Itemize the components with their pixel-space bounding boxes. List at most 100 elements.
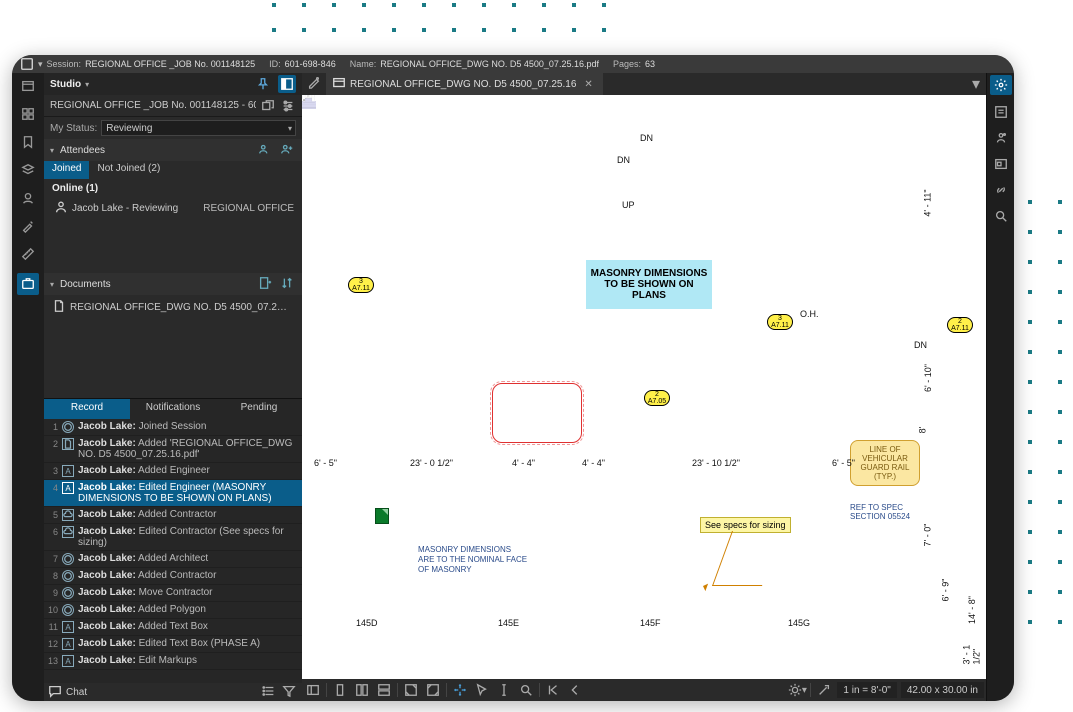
scale-readout[interactable]: 1 in = 8'-0" (837, 682, 896, 698)
record-body: Jacob Lake: Edited Engineer (MASONRY DIM… (78, 482, 298, 504)
record-item[interactable]: 2Jacob Lake: Added 'REGIONAL OFFICE_DWG … (44, 436, 302, 463)
left-toolstrip (12, 73, 44, 701)
detach-icon[interactable] (260, 98, 276, 114)
unsplit2-icon[interactable] (422, 679, 444, 701)
invite-icon[interactable] (280, 142, 296, 158)
documents-section-header[interactable]: ▾ Documents (44, 273, 302, 295)
documents-list: REGIONAL OFFICE_DWG NO. D5 4500_07.2… (44, 295, 302, 320)
form-icon[interactable] (992, 155, 1010, 173)
zoom-icon[interactable] (515, 679, 537, 701)
split-horiz-icon[interactable] (373, 679, 395, 701)
search-icon[interactable] (992, 207, 1010, 225)
attendees-section-header[interactable]: ▾ Attendees (44, 139, 302, 161)
record-item[interactable]: 4AJacob Lake: Edited Engineer (MASONRY D… (44, 480, 302, 507)
sort-icon[interactable] (280, 276, 296, 292)
record-index: 1 (48, 421, 58, 432)
studio-dropdown-icon[interactable]: ▾ (85, 80, 89, 89)
single-page-icon[interactable] (329, 679, 351, 701)
tab-record[interactable]: Record (44, 399, 130, 419)
measurements-icon[interactable] (19, 245, 37, 263)
document-name: REGIONAL OFFICE_DWG NO. D5 4500_07.2… (70, 302, 287, 313)
markup-list-icon[interactable] (992, 129, 1010, 147)
revision-cloud[interactable] (492, 383, 582, 443)
add-document-icon[interactable] (258, 276, 274, 292)
chat-row[interactable]: Chat (44, 683, 302, 701)
record-type-icon: A (62, 655, 74, 667)
select-icon[interactable] (471, 679, 493, 701)
document-item[interactable]: REGIONAL OFFICE_DWG NO. D5 4500_07.2… (50, 297, 296, 318)
record-tabs: Record Notifications Pending (44, 399, 302, 419)
record-item[interactable]: 6Jacob Lake: Edited Contractor (See spec… (44, 524, 302, 551)
follow-icon[interactable] (258, 142, 274, 158)
id-value: 601-698-846 (285, 59, 336, 69)
attendee-context: REGIONAL OFFICE (203, 203, 294, 214)
menu-chevron-icon[interactable]: ▾ (38, 59, 43, 70)
record-item[interactable]: 8 Jacob Lake: Added Contractor (44, 568, 302, 585)
filter-icon[interactable] (282, 684, 298, 701)
settings-bars-icon[interactable] (280, 98, 296, 114)
signatures-icon[interactable] (19, 189, 37, 207)
tab-notifications[interactable]: Notifications (130, 399, 216, 419)
record-item[interactable]: 7Jacob Lake: Added Architect (44, 551, 302, 568)
status-select[interactable]: Reviewing ▾ (101, 120, 296, 136)
dim-r7: 3' - 1 1/2" (962, 636, 982, 665)
doc-icon (332, 76, 346, 93)
record-list: 1Jacob Lake: Joined Session2Jacob Lake: … (44, 419, 302, 683)
studio-icon[interactable] (17, 273, 39, 295)
attendee-row[interactable]: Jacob Lake - Reviewing REGIONAL OFFICE (44, 198, 302, 223)
record-index: 8 (48, 570, 58, 581)
title-bar: ▾ Session: REGIONAL OFFICE _JOB No. 0011… (12, 55, 1014, 73)
split-vert-icon[interactable] (351, 679, 373, 701)
tab-notjoined[interactable]: Not Joined (2) (89, 161, 168, 179)
bookmarks-icon[interactable] (19, 133, 37, 151)
unsplit1-icon[interactable] (400, 679, 422, 701)
record-item[interactable]: 9Jacob Lake: Move Contractor (44, 585, 302, 602)
sticky-note[interactable] (375, 508, 389, 524)
record-item[interactable]: 13AJacob Lake: Edit Markups (44, 653, 302, 670)
calibrate-icon[interactable] (813, 679, 835, 701)
dim-r4: 7' - 0" (922, 524, 932, 547)
brightness-icon[interactable]: ▾ (786, 679, 808, 701)
thumbnails-icon[interactable] (19, 105, 37, 123)
links-icon[interactable] (992, 181, 1010, 199)
tab-joined[interactable]: Joined (44, 161, 89, 179)
prev-page-icon[interactable] (564, 679, 586, 701)
close-tab-icon[interactable]: ✕ (580, 79, 596, 90)
document-viewport[interactable]: MASONRY DIMENSIONS TO BE SHOWN ON PLANS … (302, 95, 986, 679)
record-item[interactable]: 3AJacob Lake: Added Engineer (44, 463, 302, 480)
pan-icon[interactable] (449, 679, 471, 701)
page-size-readout: 42.00 x 30.00 in (901, 682, 984, 698)
file-access-icon[interactable] (19, 77, 37, 95)
user-icon (54, 200, 68, 217)
record-index: 6 (48, 526, 58, 537)
window-menu-icon[interactable] (20, 57, 34, 71)
chat-icon (48, 684, 62, 701)
record-item[interactable]: 11AJacob Lake: Added Text Box (44, 619, 302, 636)
properties-icon[interactable] (992, 103, 1010, 121)
markup-tool-icon[interactable] (302, 75, 326, 94)
pin-icon[interactable] (254, 75, 272, 93)
tab-pending[interactable]: Pending (216, 399, 302, 419)
callout-leader (712, 531, 782, 586)
name-value: REGIONAL OFFICE_DWG NO. D5 4500_07.25.16… (380, 59, 599, 69)
right-toolstrip (986, 73, 1014, 701)
record-item[interactable]: 1Jacob Lake: Joined Session (44, 419, 302, 436)
tools-icon[interactable] (19, 217, 37, 235)
record-item[interactable]: 12AJacob Lake: Edited Text Box (PHASE A) (44, 636, 302, 653)
first-page-icon[interactable] (542, 679, 564, 701)
record-type-icon (62, 421, 74, 433)
panel-mode-icon[interactable] (278, 75, 296, 93)
show-panel-icon[interactable] (302, 679, 324, 701)
gear-icon[interactable] (990, 75, 1012, 95)
list-icon[interactable] (262, 684, 278, 701)
layers-icon[interactable] (19, 161, 37, 179)
separator (810, 683, 811, 697)
record-item[interactable]: 10Jacob Lake: Added Polygon (44, 602, 302, 619)
document-tab[interactable]: REGIONAL OFFICE_DWG NO. D5 4500_07.25.16… (326, 73, 603, 95)
tabs-overflow-icon[interactable]: ▾ (966, 74, 986, 94)
record-type-icon: A (62, 482, 74, 494)
record-item[interactable]: 5Jacob Lake: Added Contractor (44, 507, 302, 524)
record-body: Jacob Lake: Added Contractor (78, 570, 298, 581)
text-cursor-icon[interactable] (493, 679, 515, 701)
grid-145g: 145G (788, 618, 810, 628)
